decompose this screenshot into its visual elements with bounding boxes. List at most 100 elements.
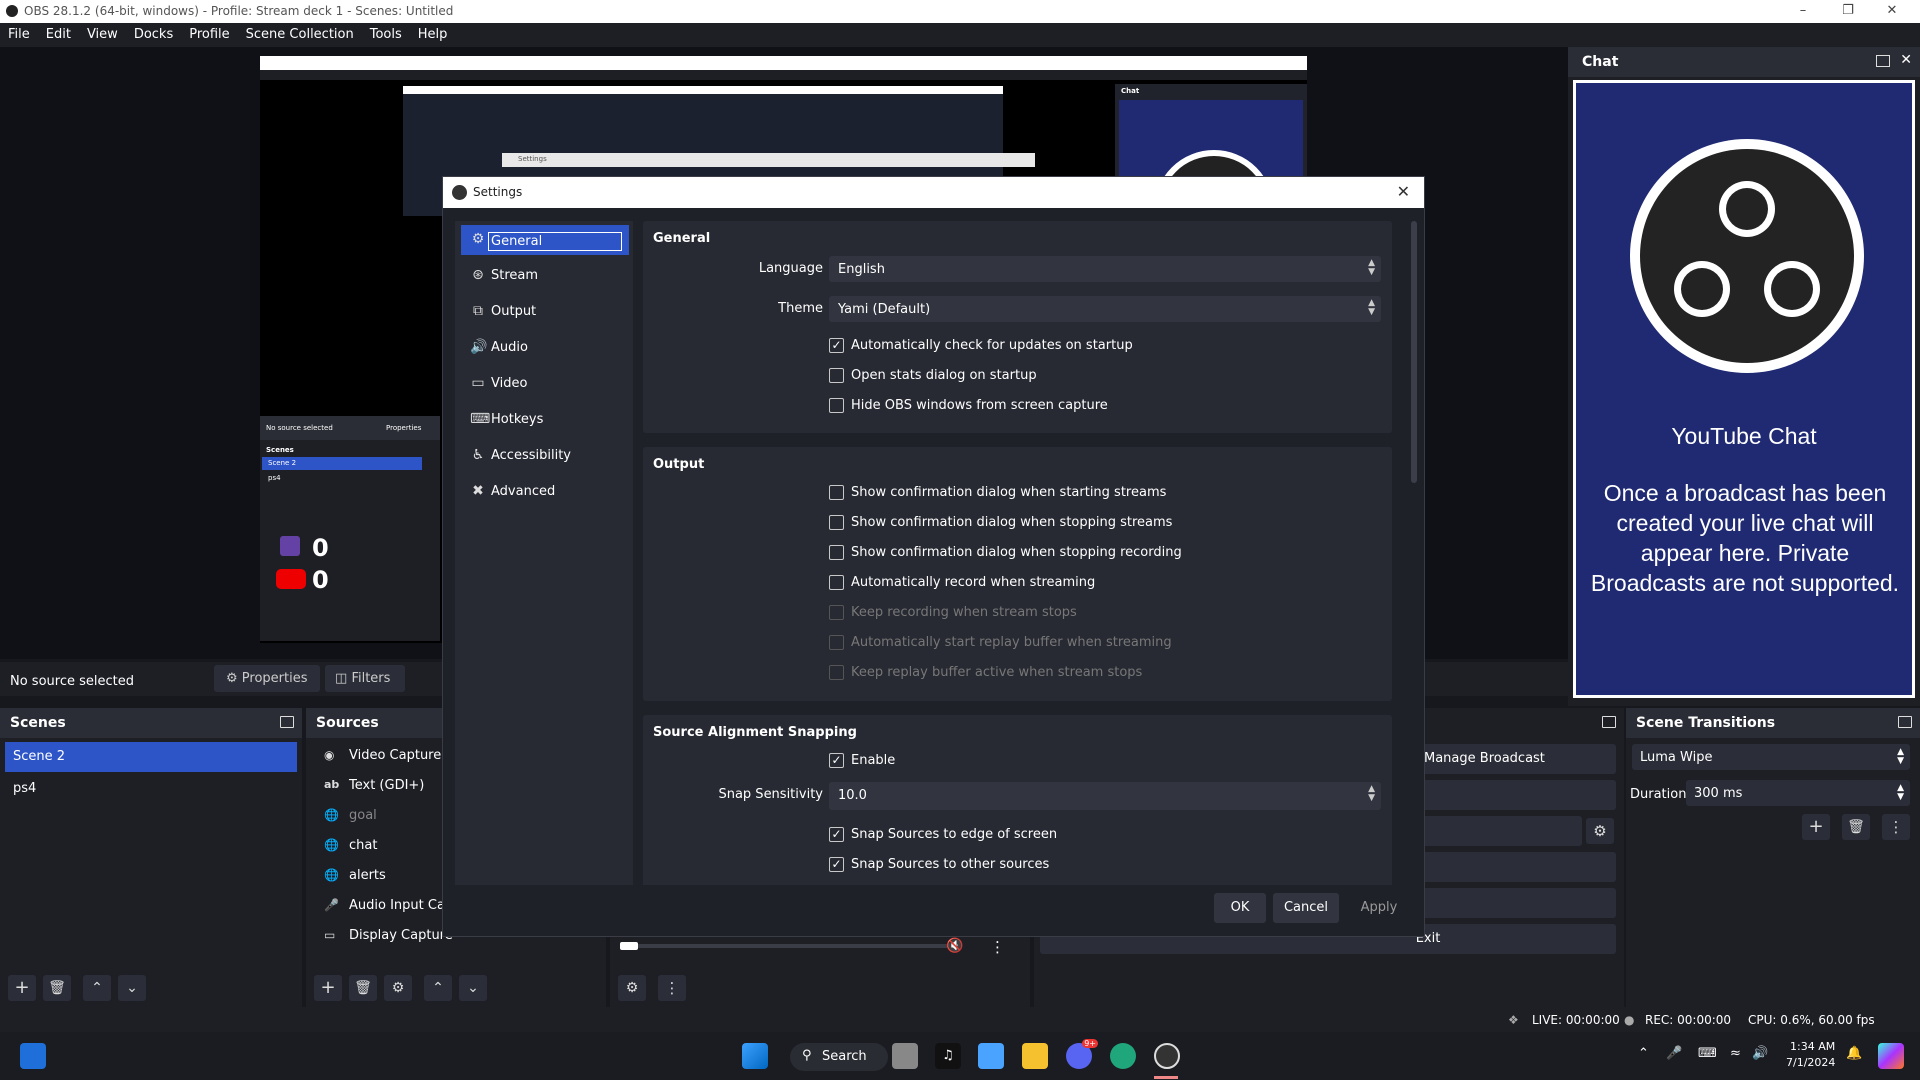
snap-sensitivity-input[interactable]: 10.0 ▲ ▼	[829, 782, 1381, 810]
checkbox-confirm-stop-recording[interactable]: Show confirmation dialog when stopping r…	[829, 545, 1182, 563]
clock-date[interactable]: 7/1/2024	[1786, 1056, 1835, 1069]
window-title: OBS 28.1.2 (64-bit, windows) - Profile: …	[24, 4, 454, 18]
settings-scrollbar[interactable]	[1409, 221, 1419, 885]
source-item[interactable]: 🌐 alerts	[314, 864, 386, 888]
discord-icon[interactable]: 9+	[1066, 1039, 1098, 1069]
close-icon[interactable]: ✕	[1397, 182, 1410, 201]
nav-hotkeys[interactable]: ⌨ Hotkeys	[461, 405, 629, 435]
store-icon[interactable]	[978, 1043, 1004, 1069]
checkbox-auto-record[interactable]: Automatically record when streaming	[829, 575, 1095, 593]
nav-output[interactable]: ⧉ Output	[461, 297, 629, 327]
checkbox-confirm-stop[interactable]: Show confirmation dialog when stopping s…	[829, 515, 1172, 533]
gear-icon[interactable]: ⚙	[1586, 818, 1614, 844]
task-view-icon[interactable]	[892, 1043, 918, 1069]
mute-icon[interactable]: 🔇	[946, 938, 963, 954]
checkbox-snapping-enable[interactable]: ✓ Enable	[829, 753, 895, 771]
nested-chat-title: Chat	[1121, 87, 1140, 95]
volume-icon[interactable]: 🔊	[1752, 1046, 1768, 1061]
tray-chevron-icon[interactable]: ⌃	[1638, 1046, 1649, 1061]
checkbox-auto-update[interactable]: ✓ Automatically check for updates on star…	[829, 338, 1133, 356]
ok-button[interactable]: OK	[1214, 893, 1266, 923]
move-down-button[interactable]: ⌄	[118, 975, 146, 1001]
remove-transition-button[interactable]: 🗑	[1842, 814, 1870, 840]
widgets-icon[interactable]	[20, 1043, 46, 1069]
wifi-icon[interactable]: ≈	[1730, 1046, 1741, 1061]
menu-help[interactable]: Help	[410, 23, 456, 42]
tiktok-icon[interactable]: ♫	[935, 1043, 961, 1069]
nav-stream[interactable]: ⊛ Stream	[461, 261, 629, 291]
clock-time[interactable]: 1:34 AM	[1790, 1040, 1835, 1053]
checkbox-snap-sources[interactable]: ✓ Snap Sources to other sources	[829, 857, 1049, 875]
minimize-button[interactable]: –	[1783, 2, 1823, 20]
menu-tools[interactable]: Tools	[362, 23, 410, 42]
checkbox-confirm-start[interactable]: Show confirmation dialog when starting s…	[829, 485, 1166, 503]
checkbox-stats-dialog[interactable]: Open stats dialog on startup	[829, 368, 1037, 386]
properties-button[interactable]: ⚙ Properties	[214, 665, 320, 692]
menu-profile[interactable]: Profile	[181, 23, 237, 42]
source-item[interactable]: ◉ Video Capture De	[314, 744, 463, 768]
filters-button[interactable]: ◫ Filters	[325, 665, 405, 692]
copilot-icon[interactable]	[1878, 1043, 1904, 1069]
transition-menu-button[interactable]: ⋮	[1882, 814, 1910, 840]
add-transition-button[interactable]: +	[1802, 814, 1830, 840]
obs-taskbar-icon[interactable]	[1154, 1043, 1180, 1069]
windows-start-icon[interactable]	[742, 1043, 768, 1069]
float-dock-icon[interactable]	[280, 716, 294, 728]
microphone-icon[interactable]: 🎤	[1666, 1046, 1682, 1061]
remove-source-button[interactable]: 🗑	[349, 975, 377, 1001]
scene-item[interactable]: ps4	[5, 774, 297, 804]
source-item[interactable]: ab Text (GDI+)	[314, 774, 424, 798]
float-dock-icon[interactable]	[1898, 716, 1912, 728]
language-select[interactable]: English ▲ ▼	[829, 256, 1381, 282]
scene-item[interactable]: Scene 2	[5, 742, 297, 772]
apply-button[interactable]: Apply	[1346, 893, 1412, 923]
general-title: General	[653, 231, 711, 246]
source-item[interactable]: 🎤 Audio Input Capt	[314, 894, 458, 918]
menu-scene-collection[interactable]: Scene Collection	[238, 23, 362, 42]
source-down-button[interactable]: ⌄	[459, 975, 487, 1001]
nav-video[interactable]: ▭ Video	[461, 369, 629, 399]
close-window-button[interactable]: ✕	[1872, 2, 1912, 20]
nav-accessibility[interactable]: ♿ Accessibility	[461, 441, 629, 471]
checkbox-snap-edge[interactable]: ✓ Snap Sources to edge of screen	[829, 827, 1057, 845]
float-dock-icon[interactable]	[1602, 716, 1616, 728]
nav-advanced[interactable]: ✖ Advanced	[461, 477, 629, 507]
obs-logo-icon	[452, 185, 467, 200]
source-item[interactable]: 🌐 chat	[314, 834, 377, 858]
volume-slider[interactable]	[620, 942, 638, 950]
cancel-button[interactable]: Cancel	[1273, 893, 1339, 923]
duration-input[interactable]: 300 ms ▲ ▼	[1686, 780, 1910, 806]
nav-audio[interactable]: 🔊 Audio	[461, 333, 629, 363]
keyboard-icon[interactable]: ⌨	[1698, 1046, 1717, 1061]
close-dock-icon[interactable]: ✕	[1900, 52, 1912, 68]
rec-status: REC: 00:00:00	[1645, 1013, 1732, 1027]
menu-edit[interactable]: Edit	[38, 23, 79, 42]
language-label: Language	[758, 261, 823, 276]
remove-scene-button[interactable]: 🗑	[43, 975, 71, 1001]
source-item[interactable]: 🌐 goal	[314, 804, 377, 828]
menu-view[interactable]: View	[79, 23, 126, 42]
maximize-button[interactable]: ❐	[1828, 2, 1868, 20]
more-options-icon[interactable]: ⋮	[990, 938, 1005, 956]
float-dock-icon[interactable]	[1876, 55, 1890, 67]
search-button[interactable]: ⚲ Search	[790, 1043, 888, 1071]
source-item[interactable]: ▭ Display Capture	[314, 924, 453, 948]
transition-select[interactable]: Luma Wipe ▲ ▼	[1632, 744, 1910, 770]
add-source-button[interactable]: +	[314, 975, 342, 1001]
file-explorer-icon[interactable]	[1022, 1043, 1048, 1069]
notification-bell-icon[interactable]: 🔔	[1846, 1046, 1862, 1061]
edge-icon[interactable]	[1110, 1043, 1136, 1069]
menu-docks[interactable]: Docks	[126, 23, 181, 42]
nav-general[interactable]: ⚙ General	[461, 225, 629, 255]
source-properties-button[interactable]: ⚙	[384, 975, 412, 1001]
add-scene-button[interactable]: +	[8, 975, 36, 1001]
move-up-button[interactable]: ⌃	[83, 975, 111, 1001]
mixer-settings-button[interactable]: ⚙	[618, 975, 646, 1001]
theme-select[interactable]: Yami (Default) ▲ ▼	[829, 296, 1381, 322]
checkbox-hide-obs[interactable]: Hide OBS windows from screen capture	[829, 398, 1108, 416]
general-group: General Language English ▲ ▼ Theme Yami (D…	[643, 221, 1392, 433]
source-up-button[interactable]: ⌃	[424, 975, 452, 1001]
mixer-menu-button[interactable]: ⋮	[658, 975, 686, 1001]
youtube-chat-panel: YouTube Chat Once a broadcast has been c…	[1573, 80, 1915, 698]
menu-file[interactable]: File	[0, 23, 38, 42]
